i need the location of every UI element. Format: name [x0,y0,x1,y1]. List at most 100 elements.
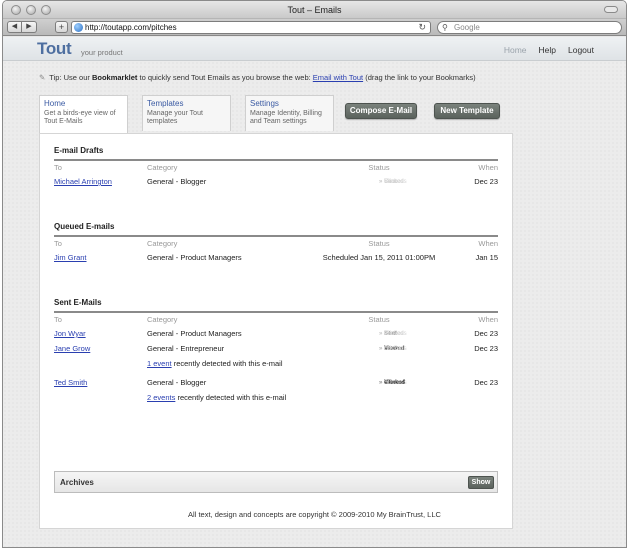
when-cell: Dec 23 [474,344,498,353]
new-template-button[interactable]: New Template [434,103,500,119]
toolbar-toggle-icon[interactable] [604,6,618,13]
recipient-link[interactable]: Jon Wyar [54,329,86,338]
events-text: recently detected with this e-mail [173,359,283,368]
add-bookmark-icon[interactable]: + [55,21,68,33]
browser-window: Tout – Emails ◀ ▶ + http://toutapp.com/p… [2,0,627,548]
back-icon[interactable]: ◀ [7,21,22,33]
sent-title: Sent E-Mails [54,298,498,313]
status-pipeline: Sent» Viewed» Clicked» Success [294,344,464,353]
tab-templates-desc: Manage your Tout templates [147,110,203,125]
column-headers: To Category Status When [54,161,498,175]
drafts-title: E-mail Drafts [54,146,498,161]
events-note: 1 event recently detected with this e-ma… [54,357,498,372]
search-placeholder: Google [454,23,480,32]
events-link[interactable]: 1 event [147,359,172,368]
tab-home[interactable]: Home Get a birds-eye view of Tout E-Mail… [39,95,128,133]
tip-bar: ✎ Tip: Use our Bookmarklet to quickly sen… [39,73,476,82]
status-success: Success [384,346,407,352]
browser-toolbar: ◀ ▶ + http://toutapp.com/pitches ↻ ⚲ Goo… [3,19,626,36]
address-bar[interactable]: http://toutapp.com/pitches ↻ [71,21,431,34]
status-pipeline: Sent» Viewed» Clicked» Success [294,329,464,338]
events-text: recently detected with this e-mail [177,393,287,402]
tagline: your product [81,48,123,57]
footer-copyright: All text, design and concepts are copyri… [188,510,441,519]
nav-help-link[interactable]: Help [539,45,556,55]
recipient-link[interactable]: Michael Arrington [54,177,112,186]
category-cell: General - Entrepreneur [147,344,225,353]
tab-templates[interactable]: Templates Manage your Tout templates [142,95,231,131]
when-cell: Jan 15 [475,253,498,262]
col-when: When [478,163,498,172]
category-cell: General - Blogger [147,177,207,186]
col-to: To [54,163,62,172]
scheduled-status: Scheduled Jan 15, 2011 01:00PM [322,253,436,262]
email-with-tout-link[interactable]: Email with Tout [313,73,363,82]
status-success: Success [384,179,407,185]
window-titlebar: Tout – Emails [3,1,626,19]
logo[interactable]: Tout [37,39,72,59]
reload-icon[interactable]: ↻ [418,22,426,33]
events-note: 2 events recently detected with this e-m… [54,391,498,406]
status-success: Success [384,331,407,337]
archives-bar: Archives Show [54,471,498,493]
events-link[interactable]: 2 events [147,393,175,402]
archives-title: Archives [60,478,94,487]
tip-middle: to quickly send Tout Emails as you brows… [139,73,311,82]
main-content: E-mail Drafts To Category Status When Mi… [39,133,513,529]
tip-suffix: (drag the link to your Bookmarks) [365,73,476,82]
table-row: Michael Arrington General - Blogger Sent… [54,175,498,190]
status-success: Success [384,380,407,386]
tab-settings[interactable]: Settings Manage Identity, Billing and Te… [245,95,334,131]
col-to: To [54,315,62,324]
globe-icon [74,23,83,32]
column-headers: To Category Status When [54,313,498,327]
col-to: To [54,239,62,248]
col-category: Category [147,163,178,172]
search-icon: ⚲ [442,23,448,32]
col-when: When [478,239,498,248]
tip-prefix: Tip: Use our [49,73,90,82]
tab-templates-label: Templates [147,99,184,108]
when-cell: Dec 23 [474,329,498,338]
tip-bold: Bookmarklet [91,73,138,82]
page: Tout your product Home Help Logout ✎ Tip:… [3,37,626,547]
main-tabs: Home Get a birds-eye view of Tout E-Mail… [39,95,348,133]
show-archives-button[interactable]: Show [468,476,494,489]
forward-icon[interactable]: ▶ [22,21,37,33]
category-cell: General - Product Managers [147,253,242,262]
col-when: When [478,315,498,324]
when-cell: Dec 23 [474,378,498,387]
tab-home-label: Home [44,99,66,108]
table-row: Jon Wyar General - Product Managers Sent… [54,327,498,342]
col-category: Category [147,239,178,248]
table-row: Jane Grow General - Entrepreneur Sent» V… [54,342,498,357]
category-cell: General - Product Managers [147,329,242,338]
top-nav: Home Help Logout [504,45,594,55]
search-input[interactable]: ⚲ Google [437,21,622,34]
sent-section: Sent E-Mails To Category Status When Jon… [54,298,498,406]
status-pipeline: Sent» Viewed» Clicked» Success [294,378,464,387]
nav-logout-link[interactable]: Logout [568,45,594,55]
recipient-link[interactable]: Ted Smith [54,378,87,387]
status-pipeline: Sent» Viewed» Clicked» Success [294,177,464,186]
recipient-link[interactable]: Jim Grant [54,253,87,262]
table-row: Ted Smith General - Blogger Sent» Viewed… [54,376,498,391]
col-status: Status [368,239,390,248]
drafts-section: E-mail Drafts To Category Status When Mi… [54,146,498,190]
nav-home-link[interactable]: Home [504,45,527,55]
tab-settings-desc: Manage Identity, Billing and Team settin… [250,110,322,125]
compose-email-button[interactable]: Compose E-Mail [345,103,417,119]
recipient-link[interactable]: Jane Grow [54,344,90,353]
column-headers: To Category Status When [54,237,498,251]
window-title: Tout – Emails [287,5,342,15]
queued-section: Queued E-mails To Category Status When J… [54,222,498,266]
when-cell: Dec 23 [474,177,498,186]
table-row: Jim Grant General - Product Managers Sch… [54,251,498,266]
col-status: Status [368,315,390,324]
category-cell: General - Blogger [147,378,207,387]
col-category: Category [147,315,178,324]
site-header: Tout your product Home Help Logout [3,37,626,61]
nav-buttons: ◀ ▶ [7,21,37,33]
queued-title: Queued E-mails [54,222,498,237]
col-status: Status [368,163,390,172]
